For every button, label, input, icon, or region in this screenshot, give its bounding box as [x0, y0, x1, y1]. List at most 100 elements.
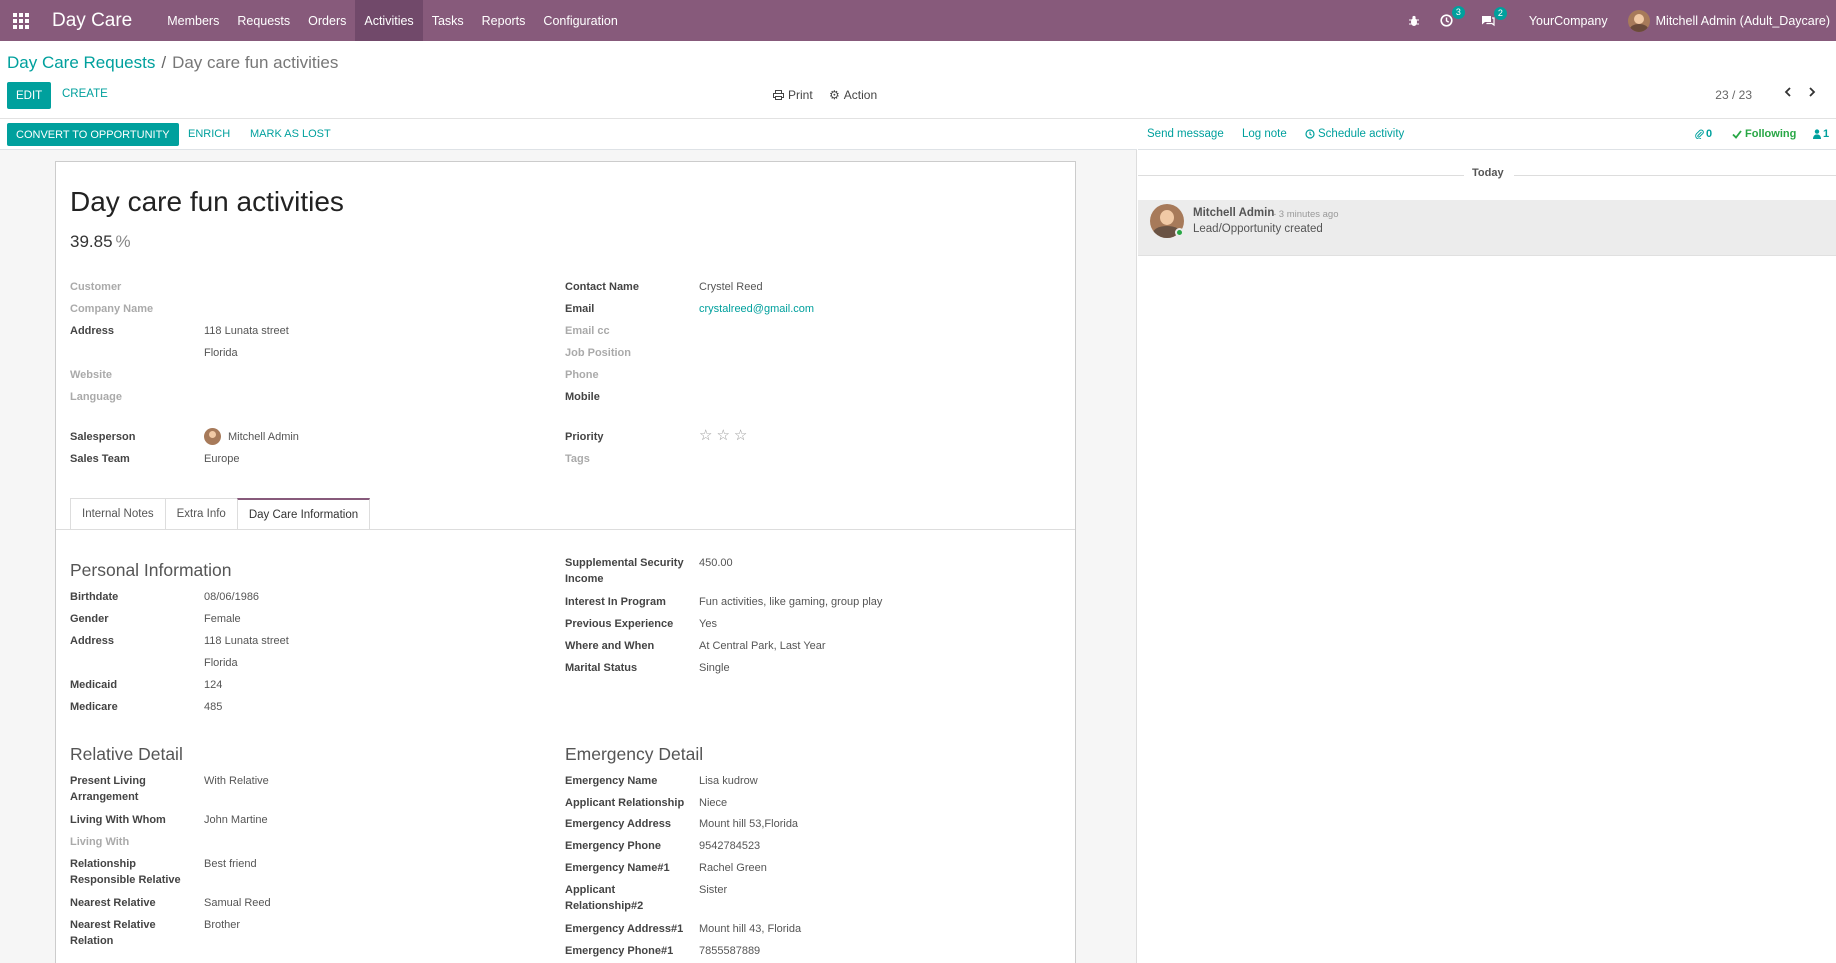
user-icon [1813, 129, 1821, 139]
phone-label: Phone [565, 369, 599, 381]
followers-button[interactable]: 1 [1813, 128, 1829, 140]
emergency-name-label: Emergency Name [565, 775, 658, 787]
date-separator: Today [1138, 167, 1836, 183]
schedule-activity-label: Schedule activity [1318, 128, 1405, 140]
email-link[interactable]: crystalreed@gmail.com [699, 301, 814, 317]
activity-clock-icon[interactable]: 3 [1440, 6, 1465, 27]
chatter-divider [1138, 149, 1836, 150]
emergency-address1-value: Mount hill 43, Florida [699, 923, 802, 935]
attachments-button[interactable]: 0 [1695, 128, 1712, 140]
menu-configuration[interactable]: Configuration [534, 0, 626, 41]
enrich-button[interactable]: ENRICH [188, 128, 230, 140]
app-brand[interactable]: Day Care [52, 10, 132, 32]
customer-label: Customer [70, 281, 122, 293]
nearest-relative-value: Samual Reed [204, 897, 271, 909]
medicaid-label: Medicaid [70, 679, 118, 691]
log-note-button[interactable]: Log note [1242, 128, 1287, 140]
where-when-value: At Central Park, Last Year [699, 640, 826, 652]
user-menu[interactable]: Mitchell Admin (Adult_Daycare) [1627, 9, 1830, 32]
gear-icon: ⚙ [829, 88, 840, 102]
menu-requests[interactable]: Requests [228, 0, 299, 41]
relationship-responsible-value: Best friend [204, 858, 257, 870]
emergency-name1-label: Emergency Name#1 [565, 862, 670, 874]
schedule-activity-button[interactable]: Schedule activity [1305, 128, 1404, 140]
date-separator-label: Today [1472, 167, 1504, 179]
pager-next-button[interactable] [1804, 84, 1820, 100]
medicare-value: 485 [204, 701, 223, 713]
form-sheet: Day care fun activities 39.85% Customer … [55, 161, 1076, 963]
probability-value: 39.85 [70, 232, 113, 251]
relationship-responsible-label: Relationship Responsible Relative [70, 858, 181, 886]
marital-value: Single [699, 662, 730, 674]
convert-to-opportunity-button[interactable]: CONVERT TO OPPORTUNITY [7, 123, 179, 146]
action-button[interactable]: ⚙ Action [829, 88, 877, 102]
bug-icon[interactable] [1408, 15, 1420, 27]
where-when-label: Where and When [565, 640, 655, 652]
online-status-icon [1175, 228, 1184, 237]
tab-day-care-information[interactable]: Day Care Information [236, 498, 371, 530]
nearest-relative-label: Nearest Relative [70, 897, 156, 909]
send-message-button[interactable]: Send message [1147, 128, 1224, 140]
tab-internal-notes[interactable]: Internal Notes [70, 498, 166, 529]
emergency-phone-value: 9542784523 [699, 840, 761, 852]
top-navbar: Day Care Members Requests Orders Activit… [0, 0, 1836, 41]
mobile-label: Mobile [565, 391, 600, 403]
pager-value[interactable]: 23 / 23 [1715, 88, 1752, 102]
contact-name-value: Crystel Reed [699, 281, 763, 293]
create-button[interactable]: CREATE [62, 88, 108, 100]
medicaid-value: 124 [204, 679, 223, 691]
message-author[interactable]: Mitchell Admin [1193, 207, 1274, 219]
star-icon[interactable]: ☆ [716, 426, 729, 444]
action-label: Action [843, 88, 878, 102]
chatter-panel: Send message Log note Schedule activity … [1138, 119, 1836, 963]
star-icon[interactable]: ☆ [734, 426, 747, 444]
salesperson-avatar [204, 428, 221, 445]
birthdate-value: 08/06/1986 [204, 591, 260, 603]
salesperson-value[interactable]: Mitchell Admin [228, 429, 299, 445]
messages-icon[interactable]: 2 [1481, 6, 1507, 27]
navbar-systray: 3 2 YourCompany Mitchell Admin (Adult_Da… [1398, 0, 1836, 41]
tab-extra-info[interactable]: Extra Info [164, 498, 238, 529]
emergency-name-value: Lisa kudrow [699, 775, 758, 787]
following-button[interactable]: Following [1732, 128, 1796, 140]
breadcrumb-parent[interactable]: Day Care Requests [7, 53, 155, 72]
company-switcher[interactable]: YourCompany [1529, 14, 1608, 28]
following-label: Following [1745, 128, 1797, 140]
star-icon[interactable]: ☆ [699, 426, 712, 444]
emergency-address-value: Mount hill 53,Florida [699, 818, 799, 830]
tab-divider [56, 529, 1075, 530]
emergency-name1-value: Rachel Green [699, 862, 767, 874]
living-whom-label: Living With Whom [70, 814, 166, 826]
pager-previous-button[interactable] [1780, 84, 1796, 100]
contact-name-label: Contact Name [565, 281, 639, 293]
emergency-phone1-label: Emergency Phone#1 [565, 945, 674, 957]
tags-label: Tags [565, 453, 590, 465]
menu-members[interactable]: Members [158, 0, 228, 41]
lead-title: Day care fun activities [70, 186, 344, 217]
apps-menu-icon[interactable] [4, 0, 38, 41]
gender-label: Gender [70, 613, 109, 625]
mark-as-lost-button[interactable]: MARK AS LOST [250, 128, 331, 140]
applicant-relationship-value: Niece [699, 797, 728, 809]
experience-label: Previous Experience [565, 618, 674, 630]
paperclip-icon [1695, 129, 1704, 139]
dc-address-line1: 118 Lunata street [204, 635, 289, 647]
activity-count-badge: 3 [1451, 6, 1465, 19]
sales-team-value[interactable]: Europe [204, 451, 239, 467]
check-icon [1732, 129, 1742, 139]
menu-reports[interactable]: Reports [473, 0, 535, 41]
menu-activities[interactable]: Activities [355, 0, 423, 41]
menu-tasks[interactable]: Tasks [423, 0, 473, 41]
menu-orders[interactable]: Orders [299, 0, 355, 41]
living-whom-value: John Martine [204, 814, 268, 826]
edit-button[interactable]: EDIT [7, 82, 52, 109]
print-icon [773, 90, 784, 100]
message-time: - 3 minutes ago [1273, 209, 1339, 220]
user-avatar [1627, 9, 1650, 32]
probability-field: 39.85% [70, 232, 131, 252]
notebook-tabs: Internal Notes Extra Info Day Care Infor… [70, 498, 371, 530]
email-cc-label: Email cc [565, 325, 610, 337]
print-button[interactable]: Print [773, 88, 813, 102]
applicant-relationship2-value: Sister [699, 884, 728, 896]
date-separator-line [1138, 175, 1464, 176]
